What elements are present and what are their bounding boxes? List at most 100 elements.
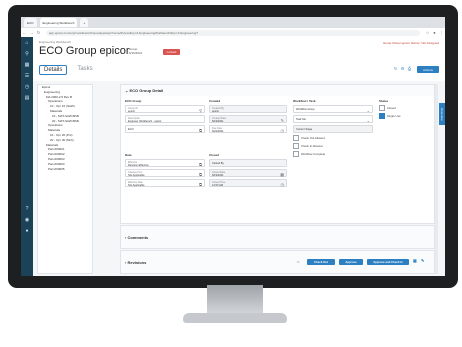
field-placeholder: ECO [128, 128, 134, 131]
profile-icon[interactable]: ● [432, 30, 437, 35]
current-stage-field: Current Stage [293, 125, 373, 133]
field-value: Not Applicable [128, 173, 145, 177]
document-icon[interactable]: ▤ [21, 92, 33, 103]
single-use-checkbox[interactable]: Single Use [379, 113, 424, 119]
actions-button[interactable]: Actions [417, 66, 439, 73]
status-badge: Locked [163, 49, 180, 55]
copy-icon[interactable]: ⧉ [199, 128, 202, 133]
tab-details[interactable]: Details [39, 65, 68, 75]
address-bar: ← → ↻ app.epicor.com/erp/mes/kinetic/hom… [21, 28, 445, 37]
user-icon[interactable]: ● [21, 225, 33, 236]
page-header: Engineering Workbench ECO Group epicor G… [33, 37, 445, 81]
browser-tab[interactable]: ECO [24, 18, 37, 27]
clock-icon[interactable]: ◷ [281, 182, 285, 187]
due-date-field[interactable]: Due Date 6/22/2021 ◷ [209, 125, 287, 133]
refresh-icon[interactable]: ↻ [393, 66, 398, 71]
field-value: Not Applicable [128, 183, 145, 187]
search-icon[interactable]: ⚲ [21, 48, 33, 59]
back-icon[interactable]: ← [22, 30, 27, 35]
checkbox-box [293, 143, 299, 149]
field-placeholder: Workflow Group [296, 108, 315, 111]
meta-date: 6/19/2021 [129, 51, 143, 55]
app-area: Engineering Workbench ECO Group epicor G… [33, 37, 445, 276]
search-icon[interactable]: ⚲ [199, 108, 202, 113]
tag-icon[interactable]: ⌂ [297, 259, 299, 264]
effective-date-field[interactable]: Effective Date Not Applicable ⧉ [125, 179, 205, 187]
list-icon[interactable]: ☰ [21, 70, 33, 81]
structure-tree: Epicor Engineering MA 2000-2.5 Rev B Ope… [37, 84, 93, 274]
settings-icon[interactable]: ⚙ [400, 66, 405, 71]
column-heading: ECO Group [125, 99, 142, 103]
approve-button[interactable]: Approve [339, 259, 363, 265]
closed-date-field: Closed Date 6/19/2021 ▦ [209, 169, 287, 177]
monitor-stand-base [183, 313, 287, 323]
task-set-select[interactable]: Task Set ⌄ [293, 115, 373, 123]
check-out-allowed-checkbox[interactable]: Check Out Allowed [293, 135, 373, 141]
clock-icon[interactable]: ◷ [281, 128, 285, 133]
column-heading: Status [379, 99, 389, 103]
grid-icon[interactable]: ▦ [413, 258, 417, 263]
field-value: 6/19/2021 [212, 173, 224, 177]
tab-tasks[interactable]: Tasks [73, 65, 96, 75]
url-field[interactable]: app.epicor.com/erp/mes/kinetic/home/apps… [46, 29, 420, 36]
field-value: Revision Effective [128, 163, 149, 167]
forward-icon[interactable]: → [29, 30, 34, 35]
closed-by-field: Closed By [209, 159, 287, 167]
section-title: ECO Group Detail [129, 88, 164, 93]
tree-node[interactable]: Part-000005 [38, 167, 92, 172]
eco-field[interactable]: ECO ⧉ [125, 125, 205, 133]
edit-icon[interactable]: ✎ [421, 258, 424, 263]
scrollbar[interactable] [435, 84, 438, 274]
column-heading: Created [209, 99, 221, 103]
new-tab-button[interactable]: + [80, 18, 89, 27]
calendar-icon[interactable]: ▦ [280, 172, 284, 177]
attachment-icon[interactable]: ⎙ [407, 66, 412, 71]
help-icon[interactable]: ? [21, 203, 33, 214]
workflow-group-select[interactable]: Workflow Group ⌄ [293, 105, 373, 113]
notifications-icon[interactable]: ◉ [21, 214, 33, 225]
section-header[interactable]: › Comments [121, 226, 434, 248]
copy-icon[interactable]: ⧉ [199, 162, 202, 167]
home-icon[interactable]: ⌂ [21, 37, 33, 48]
copy-icon[interactable]: ⧉ [199, 182, 202, 187]
star-icon[interactable]: ☆ [425, 30, 430, 35]
closed-checkbox[interactable]: Closed [379, 105, 424, 111]
check-in-allowed-checkbox[interactable]: Check In Allowed [293, 143, 373, 149]
checked-out-field[interactable]: Checked Out Not Applicable ⧉ [125, 169, 205, 177]
check-out-button[interactable]: Check Out [307, 259, 335, 265]
checkbox-box [293, 151, 299, 157]
effective-field[interactable]: Effective Revision Effective ⧉ [125, 159, 205, 167]
closed-column: Closed Closed By Closed Date 6/19/2021 ▦… [209, 153, 287, 187]
workflow-complete-checkbox[interactable]: Workflow Complete [293, 151, 373, 157]
section-header[interactable]: › Revisions ⌂ Check Out Approve Approve … [121, 251, 434, 273]
field-placeholder: Closed By [212, 162, 224, 165]
grid-icon[interactable]: ▦ [21, 59, 33, 70]
field-value: Engineer Workbench - epicor [128, 119, 162, 123]
section-title: Revisions [127, 259, 147, 265]
edit-icon[interactable]: ✎ [281, 118, 284, 123]
left-nav: ⌂ ⚲ ▦ ☰ ◷ ▤ ? ◉ ● [21, 37, 33, 276]
clock-icon[interactable]: ◷ [21, 81, 33, 92]
browser-tab-active[interactable]: Engineering Workbench [39, 18, 78, 27]
revisions-section: › Revisions ⌂ Check Out Approve Approve … [120, 250, 435, 274]
section-header[interactable]: ⌄ ECO Group Detail [121, 85, 434, 96]
checkbox-box [293, 135, 299, 141]
field-placeholder: Current Stage [296, 128, 313, 131]
menu-icon[interactable]: ⋮ [439, 30, 444, 35]
group-id-field[interactable]: Group ID epicor ⚲ [125, 105, 205, 113]
closed-time-field: Closed Time 12:00 AM ◷ [209, 179, 287, 187]
chevron-down-icon: ⌄ [366, 117, 370, 123]
reload-icon[interactable]: ↻ [36, 30, 41, 35]
header-meta: Group 6/19/2021 [129, 47, 142, 55]
eco-group-detail-section: ⌄ ECO Group Detail ECO Group Group ID ep… [120, 84, 435, 224]
breadcrumb[interactable]: Engineering Workbench [39, 40, 71, 44]
created-by-field: Created By epicor [209, 105, 287, 113]
approve-check-in-button[interactable]: Approve and Check In [367, 259, 409, 265]
description-field[interactable]: Description Engineer Workbench - epicor [125, 115, 205, 123]
side-panel-tab[interactable]: Overview [439, 103, 445, 125]
field-value: 6/22/2021 [212, 129, 224, 133]
column-heading: Closed [209, 153, 220, 157]
page-title: ECO Group epicor [39, 45, 130, 57]
monitor-bezel: ECO Engineering Workbench + ← → ↻ app.ep… [8, 5, 458, 288]
copy-icon[interactable]: ⧉ [199, 172, 202, 177]
